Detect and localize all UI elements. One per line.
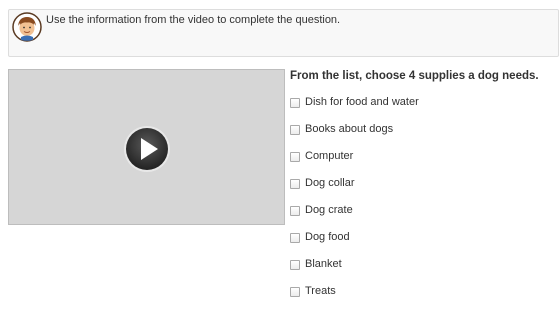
instruction-box: Use the information from the video to co… (8, 9, 559, 57)
option-label[interactable]: Dog collar (305, 176, 355, 190)
option-label[interactable]: Dog food (305, 230, 350, 244)
option-label[interactable]: Computer (305, 149, 353, 163)
instruction-text: Use the information from the video to co… (46, 14, 341, 26)
option-label[interactable]: Blanket (305, 257, 342, 271)
option-checkbox[interactable] (290, 125, 300, 135)
option-checkbox[interactable] (290, 179, 300, 189)
option-label[interactable]: Treats (305, 284, 336, 298)
option-item[interactable]: Dish for food and water (290, 95, 419, 122)
option-checkbox[interactable] (290, 233, 300, 243)
option-checkbox[interactable] (290, 260, 300, 270)
option-item[interactable]: Treats (290, 284, 419, 311)
option-checkbox[interactable] (290, 98, 300, 108)
video-player[interactable] (8, 69, 285, 225)
option-label[interactable]: Dog crate (305, 203, 353, 217)
option-checkbox[interactable] (290, 206, 300, 216)
option-item[interactable]: Dog food (290, 230, 419, 257)
option-item[interactable]: Books about dogs (290, 122, 419, 149)
option-checkbox[interactable] (290, 287, 300, 297)
option-label[interactable]: Dish for food and water (305, 95, 419, 109)
option-item[interactable]: Dog collar (290, 176, 419, 203)
option-item[interactable]: Dog crate (290, 203, 419, 230)
question-title: From the list, choose 4 supplies a dog n… (290, 70, 539, 82)
question-area: From the list, choose 4 supplies a dog n… (290, 68, 559, 297)
option-list: Dish for food and water Books about dogs… (290, 95, 419, 311)
option-checkbox[interactable] (290, 152, 300, 162)
student-avatar-icon (12, 12, 42, 42)
option-label[interactable]: Books about dogs (305, 122, 393, 136)
option-item[interactable]: Blanket (290, 257, 419, 284)
play-icon[interactable] (123, 125, 171, 173)
option-item[interactable]: Computer (290, 149, 419, 176)
